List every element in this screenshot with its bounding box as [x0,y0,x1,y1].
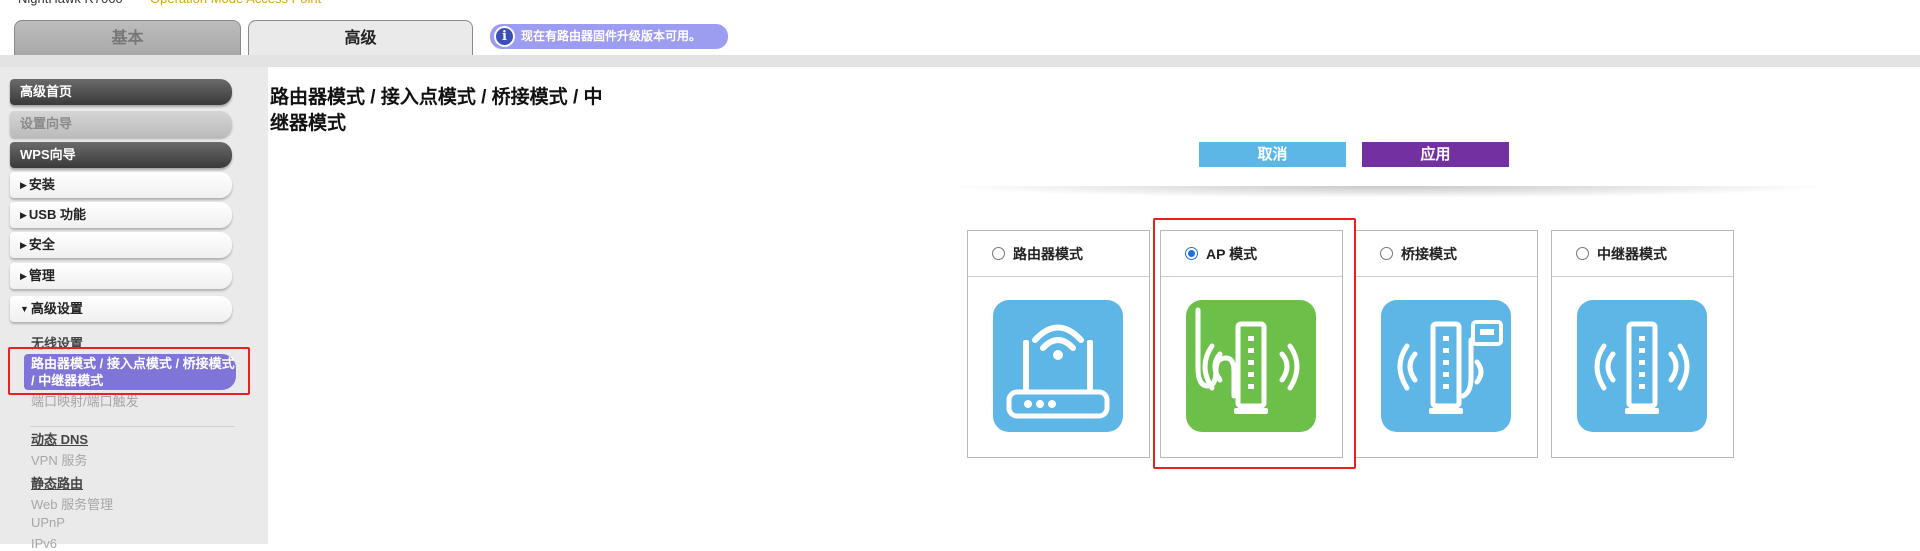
nav-wps-wizard[interactable]: WPS向导 [10,142,232,168]
tab-band [0,55,1920,67]
highlight-box-ap [1153,218,1356,469]
caret-right-icon: ▶ [20,271,27,281]
nav-admin[interactable]: ▶ 管理 [10,263,232,289]
caret-right-icon: ▶ [20,180,27,190]
sub-upnp[interactable]: UPnP [31,515,65,530]
firmware-notice[interactable]: i 现在有路由器固件升级版本可用。 [490,24,728,49]
sub-vpn[interactable]: VPN 服务 [31,450,87,469]
tab-basic[interactable]: 基本 [14,20,241,56]
mode-card-header[interactable]: 中继器模式 [1552,231,1733,277]
repeater-icon [1577,300,1707,432]
caret-down-icon: ▼ [20,304,29,314]
mode-label: 路由器模式 [1013,246,1083,262]
radio-repeater[interactable] [1576,247,1589,260]
sub-static-route[interactable]: 静态路由 [31,473,83,492]
router-icon [993,300,1123,432]
mode-card-repeater[interactable]: 中继器模式 [1551,230,1734,458]
sub-web-services[interactable]: Web 服务管理 [31,494,113,513]
nav-usb[interactable]: ▶ USB 功能 [10,202,232,228]
nav-install-label: 安装 [28,177,55,192]
mode-label: 中继器模式 [1597,246,1667,262]
shadow-divider [940,186,1840,198]
highlight-box-sidebar [8,347,250,395]
info-icon: i [494,26,515,47]
nav-security[interactable]: ▶ 安全 [10,232,232,258]
nav-setup-wizard[interactable]: 设置向导 [10,111,232,137]
radio-bridge[interactable] [1380,247,1393,260]
tab-advanced[interactable]: 高级 [248,20,473,56]
nav-usb-label: USB 功能 [28,207,86,222]
mode-label: 桥接模式 [1401,246,1457,262]
mode-card-bridge[interactable]: 桥接模式 [1355,230,1538,458]
cropped-text: NightHawk R7000 [18,0,123,6]
sub-ddns[interactable]: 动态 DNS [31,429,88,448]
nav-advanced-setup[interactable]: ▼ 高级设置 [10,296,232,322]
cropped-text-yellow: Operation Mode Access Point [150,0,321,6]
mode-card-router[interactable]: 路由器模式 [967,230,1150,458]
bridge-icon [1381,300,1511,432]
nav-security-label: 安全 [28,237,55,252]
apply-button[interactable]: 应用 [1362,142,1509,167]
firmware-notice-text: 现在有路由器固件升级版本可用。 [521,29,702,43]
caret-right-icon: ▶ [20,240,27,250]
nav-advanced-home[interactable]: 高级首页 [10,79,232,105]
radio-router[interactable] [992,247,1005,260]
cancel-button[interactable]: 取消 [1199,142,1346,167]
mode-card-header[interactable]: 路由器模式 [968,231,1149,277]
top-strip: NightHawk R7000 Operation Mode Access Po… [0,0,1920,16]
mode-card-header[interactable]: 桥接模式 [1356,231,1537,277]
nav-admin-label: 管理 [28,268,55,283]
nav-advanced-setup-label: 高级设置 [30,301,83,316]
nav-install[interactable]: ▶ 安装 [10,172,232,198]
caret-right-icon: ▶ [20,210,27,220]
page-title: 路由器模式 / 接入点模式 / 桥接模式 / 中继器模式 [270,87,603,134]
divider [30,426,235,427]
